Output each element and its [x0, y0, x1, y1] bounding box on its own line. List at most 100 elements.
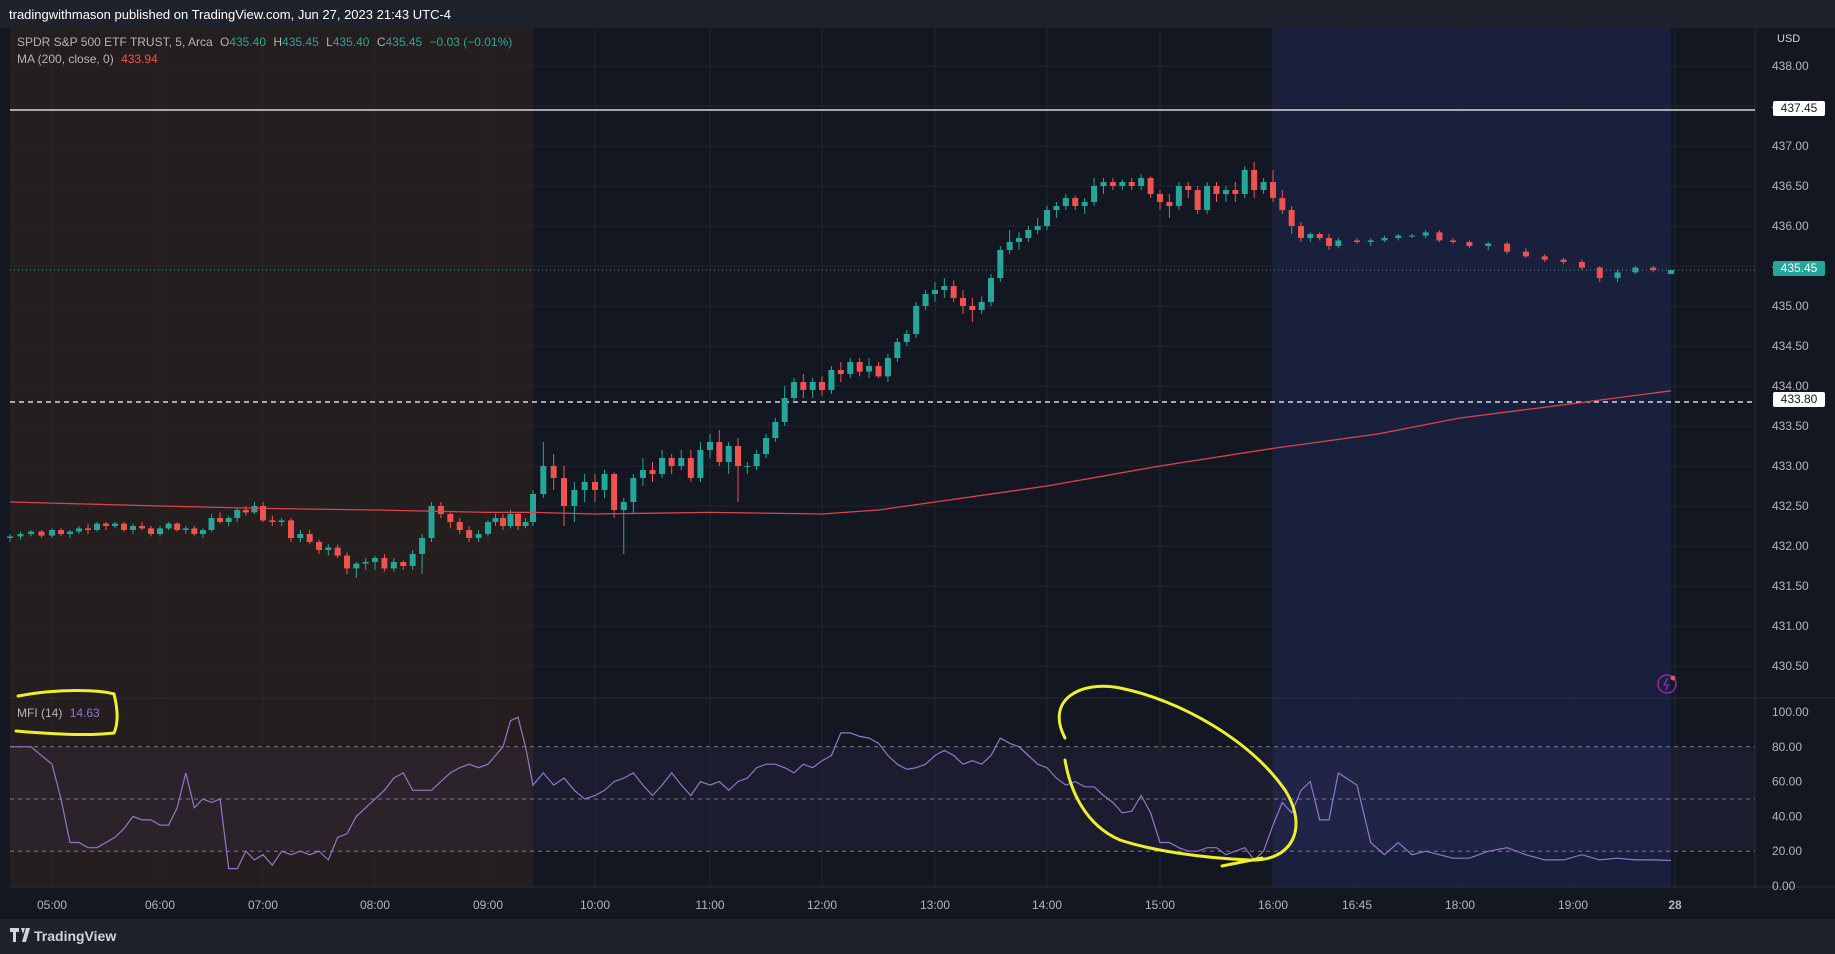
candle-body — [353, 563, 360, 569]
candle-body — [969, 306, 976, 310]
candle-body — [157, 528, 163, 534]
mfi-tick-label: 100.00 — [1772, 705, 1809, 719]
candle-body — [630, 478, 637, 502]
time-tick-label: 13:00 — [920, 898, 950, 912]
candle-body — [28, 531, 34, 534]
candle-body — [668, 458, 675, 466]
candle-body — [485, 522, 491, 534]
candle-body — [763, 438, 769, 454]
candle-body — [809, 382, 816, 390]
candle-body — [1326, 238, 1332, 246]
price-tag-last[interactable]: 435.45 — [1773, 261, 1825, 276]
time-tick-label: 12:00 — [807, 898, 837, 912]
candle-body — [1288, 210, 1295, 226]
candle-body — [950, 286, 957, 298]
price-tick-label: 432.00 — [1772, 539, 1809, 553]
candle-body — [847, 362, 854, 374]
candle-body — [800, 382, 807, 390]
candle-body — [507, 514, 514, 526]
candle-body — [1194, 190, 1201, 210]
candle-body — [306, 534, 313, 542]
candle-body — [1395, 235, 1402, 238]
candle-body — [1381, 238, 1388, 241]
close-label: C — [376, 35, 386, 49]
candle-body — [659, 458, 666, 474]
brand-name: TradingView — [34, 928, 117, 944]
high-value: 435.45 — [282, 35, 319, 49]
currency-label[interactable]: USD — [1777, 33, 1800, 45]
candle-body — [208, 518, 215, 530]
candle-body — [130, 526, 136, 530]
candle-body — [1466, 242, 1473, 246]
candle-body — [639, 470, 646, 478]
candle-body — [1578, 262, 1585, 268]
ma-label[interactable]: MA (200, close, 0) — [17, 52, 114, 66]
candle-body — [500, 518, 506, 526]
candle-body — [1307, 234, 1314, 238]
candle-body — [121, 523, 127, 530]
candle-body — [1138, 178, 1145, 186]
price-tick-label: 433.50 — [1772, 419, 1809, 433]
candle-body — [561, 478, 567, 506]
candle-body — [112, 523, 118, 526]
candle-body — [1185, 186, 1192, 190]
candle-body — [1062, 198, 1069, 206]
candle-body — [409, 554, 416, 566]
candle-body — [601, 474, 608, 490]
time-tick-label: 07:00 — [248, 898, 278, 912]
mfi-tick-label: 60.00 — [1772, 775, 1802, 789]
candle-body — [1596, 267, 1603, 278]
candle-body — [390, 562, 397, 569]
candle-body — [875, 366, 882, 377]
candle-body — [716, 442, 723, 462]
candle-body — [1279, 198, 1286, 210]
candle-body — [856, 362, 863, 372]
low-label: L — [326, 35, 333, 49]
candle-body — [1504, 243, 1511, 252]
open-label: O — [219, 35, 230, 49]
candle-body — [1450, 240, 1457, 242]
candle-body — [288, 520, 294, 538]
ma-value: 433.94 — [121, 52, 158, 66]
candle-body — [678, 458, 685, 466]
candle-body — [325, 547, 332, 550]
candle-body — [38, 531, 45, 536]
candle-body — [1335, 240, 1342, 246]
candle-body — [592, 482, 598, 490]
price-tick-label: 430.50 — [1772, 659, 1809, 673]
price-tag-437-45[interactable]: 437.45 — [1773, 101, 1825, 116]
candle-body — [381, 558, 388, 569]
mfi-tick-label: 40.00 — [1772, 809, 1802, 823]
candle-body — [866, 366, 873, 372]
candle-body — [1260, 182, 1267, 190]
chart-canvas[interactable]: 438.00437.50437.00436.50436.00435.50435.… — [0, 0, 1835, 954]
candle-body — [1298, 226, 1304, 238]
candle-body — [1367, 240, 1374, 242]
ma-legend: MA (200, close, 0) 433.94 — [17, 52, 162, 66]
mfi-value: 14.63 — [69, 706, 100, 720]
mfi-label[interactable]: MFI (14) — [17, 706, 62, 720]
price-tag-433-80[interactable]: 433.80 — [1773, 392, 1825, 407]
candle-body — [7, 536, 13, 538]
candle-body — [707, 442, 713, 450]
candle-body — [174, 523, 181, 530]
candle-body — [1668, 270, 1674, 274]
candle-body — [571, 490, 578, 506]
candle-body — [1081, 202, 1088, 206]
candle-body — [725, 446, 732, 462]
candle-body — [1147, 178, 1154, 194]
candle-body — [1560, 259, 1567, 262]
candle-body — [316, 542, 322, 550]
candle-body — [456, 522, 463, 530]
close-value: 435.45 — [385, 35, 423, 49]
price-tick-label: 436.00 — [1772, 219, 1809, 233]
candle-body — [1222, 190, 1229, 194]
candle-body — [362, 562, 369, 564]
price-tick-label: 432.50 — [1772, 499, 1809, 513]
candle-body — [242, 510, 249, 513]
candle-body — [1422, 232, 1429, 236]
candle-body — [735, 446, 741, 466]
candle-body — [466, 530, 473, 538]
candle-body — [687, 458, 694, 478]
symbol-name[interactable]: SPDR S&P 500 ETF TRUST, 5, Arca — [17, 35, 213, 49]
